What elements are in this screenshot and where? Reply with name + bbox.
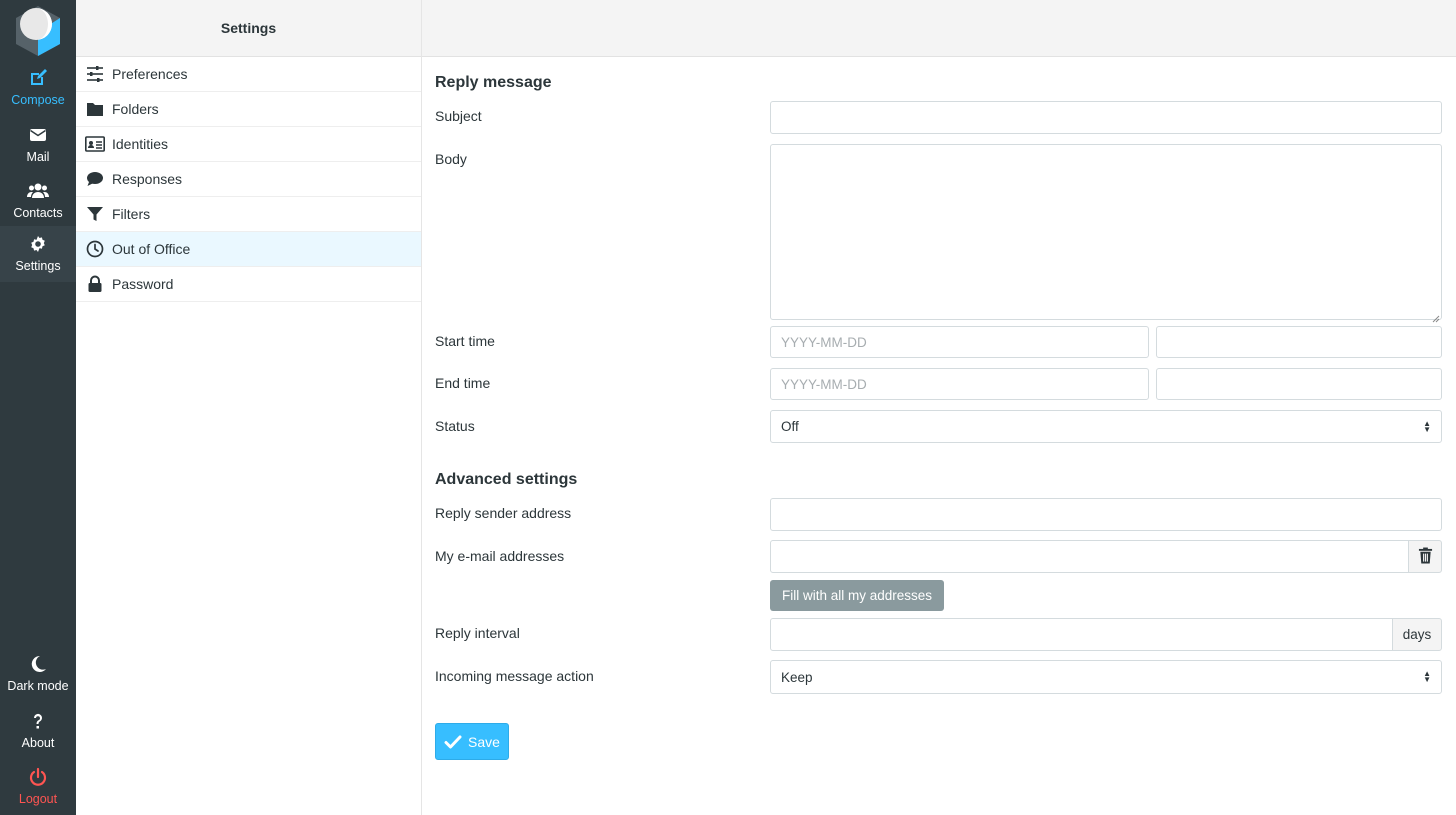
settings-item-label: Out of Office: [112, 241, 191, 257]
start-time-label: Start time: [435, 333, 495, 349]
clear-addresses-button[interactable]: [1408, 540, 1442, 573]
settings-item-label: Preferences: [112, 66, 188, 82]
reply-sender-label: Reply sender address: [435, 505, 572, 521]
start-time-input[interactable]: [1156, 326, 1442, 358]
select-arrows-icon: ▲ ▼: [1423, 418, 1431, 434]
fill-addresses-button[interactable]: Fill with all my addresses: [770, 580, 944, 611]
subject-input[interactable]: [770, 101, 1442, 134]
settings-item-label: Responses: [112, 171, 183, 187]
save-button-label: Save: [468, 733, 500, 750]
folder-icon: [85, 99, 105, 119]
out-of-office-form: Reply message Subject Body Start time En…: [422, 0, 1456, 815]
main-nav: Compose Mail Contacts Settings Dark mode…: [0, 0, 76, 815]
nav-settings-label: Settings: [15, 259, 61, 273]
body-label: Body: [435, 151, 467, 167]
checkmark-icon: [444, 735, 462, 748]
nav-contacts[interactable]: Contacts: [0, 173, 76, 229]
advanced-settings-title: Advanced settings: [435, 471, 578, 488]
nav-mail[interactable]: Mail: [0, 117, 76, 173]
end-date-input[interactable]: [770, 368, 1149, 400]
my-addresses-input[interactable]: [770, 540, 1409, 573]
nav-dark-mode-label: Dark mode: [7, 679, 69, 693]
envelope-icon: [0, 125, 76, 147]
status-label: Status: [435, 418, 475, 434]
nav-logout[interactable]: Logout: [0, 759, 76, 815]
settings-item-folders[interactable]: Folders: [76, 92, 421, 127]
nav-about[interactable]: About: [0, 703, 76, 759]
settings-item-password[interactable]: Password: [76, 267, 421, 302]
interval-unit: days: [1392, 618, 1442, 651]
reply-interval-input[interactable]: [770, 618, 1393, 651]
nav-settings[interactable]: Settings: [0, 226, 76, 282]
nav-contacts-label: Contacts: [13, 206, 63, 220]
end-time-input[interactable]: [1156, 368, 1442, 400]
settings-item-label: Identities: [112, 136, 169, 152]
moon-icon: [0, 654, 76, 676]
settings-item-label: Folders: [112, 101, 159, 117]
settings-item-label: Password: [112, 276, 174, 292]
incoming-action-value: Keep: [781, 669, 813, 685]
sliders-icon: [85, 64, 105, 84]
content-header: [422, 0, 1456, 57]
nav-about-label: About: [21, 736, 55, 750]
compose-icon: [0, 68, 76, 90]
reply-message-title: Reply message: [435, 74, 552, 91]
gear-icon: [0, 234, 76, 256]
settings-item-label: Filters: [112, 206, 151, 222]
reply-sender-input[interactable]: [770, 498, 1442, 531]
comment-icon: [85, 169, 105, 189]
nav-logout-label: Logout: [18, 792, 58, 806]
status-select[interactable]: Off ▲ ▼: [770, 410, 1442, 443]
reply-interval-label: Reply interval: [435, 625, 520, 641]
settings-item-out-of-office[interactable]: Out of Office: [76, 232, 421, 267]
select-arrows-icon: ▲ ▼: [1423, 669, 1431, 684]
nav-compose[interactable]: Compose: [0, 60, 76, 116]
end-time-label: End time: [435, 375, 491, 391]
nav-compose-label: Compose: [11, 93, 65, 107]
start-date-input[interactable]: [770, 326, 1149, 358]
nav-dark-mode[interactable]: Dark mode: [0, 646, 76, 702]
incoming-action-label: Incoming message action: [435, 668, 594, 684]
subject-label: Subject: [435, 108, 482, 124]
incoming-action-select[interactable]: Keep ▲ ▼: [770, 660, 1442, 694]
question-icon: [0, 711, 76, 733]
settings-list: Settings Preferences Folders Identities …: [76, 0, 422, 815]
id-card-icon: [85, 134, 105, 154]
users-icon: [0, 181, 76, 203]
trash-icon: [1418, 547, 1433, 567]
filter-icon: [85, 204, 105, 224]
status-select-value: Off: [781, 419, 799, 434]
body-textarea[interactable]: [770, 144, 1442, 320]
lock-icon: [85, 274, 105, 294]
power-icon: [0, 767, 76, 789]
app-logo: [12, 4, 64, 56]
nav-mail-label: Mail: [26, 150, 50, 164]
my-addresses-label: My e-mail addresses: [435, 548, 565, 564]
settings-item-identities[interactable]: Identities: [76, 127, 421, 162]
settings-list-title: Settings: [76, 0, 421, 57]
settings-item-preferences[interactable]: Preferences: [76, 57, 421, 92]
settings-item-responses[interactable]: Responses: [76, 162, 421, 197]
clock-icon: [85, 239, 105, 259]
save-button[interactable]: Save: [435, 723, 509, 760]
settings-item-filters[interactable]: Filters: [76, 197, 421, 232]
resize-handle-icon[interactable]: [1432, 310, 1440, 323]
